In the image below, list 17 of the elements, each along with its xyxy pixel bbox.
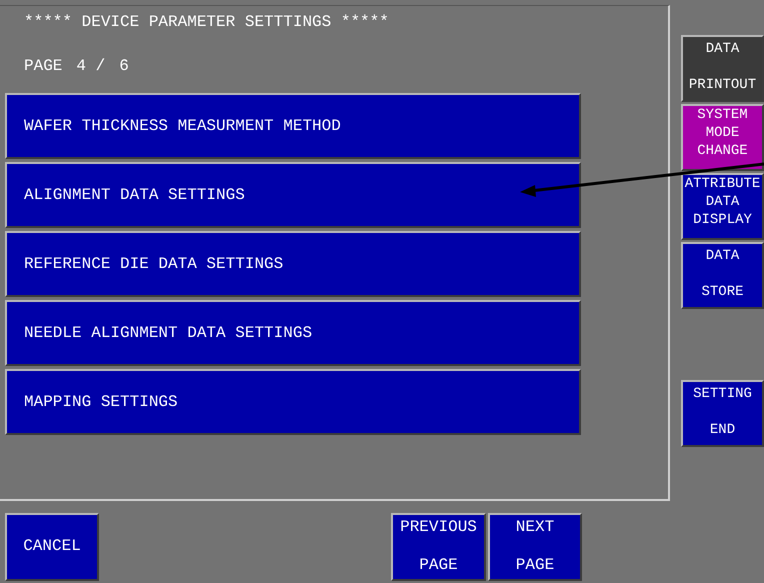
side-button[interactable]: DATA PRINTOUT — [681, 35, 764, 102]
side-button[interactable]: SYSTEM MODE CHANGE — [681, 104, 764, 171]
page-current: 4 / — [76, 57, 106, 75]
side-button[interactable]: SETTING END — [681, 380, 764, 447]
side-button[interactable]: DATA STORE — [681, 242, 764, 309]
menu-button[interactable]: ALIGNMENT DATA SETTINGS — [5, 162, 581, 228]
bottom-button[interactable]: NEXT PAGE — [488, 513, 582, 581]
side-button[interactable]: ATTRIBUTE DATA DISPLAY — [681, 173, 764, 240]
menu-button[interactable]: MAPPING SETTINGS — [5, 369, 581, 435]
bottom-button[interactable]: CANCEL — [5, 513, 99, 581]
page-label: PAGE — [24, 57, 62, 75]
menu-button[interactable]: REFERENCE DIE DATA SETTINGS — [5, 231, 581, 297]
menu-button[interactable]: NEEDLE ALIGNMENT DATA SETTINGS — [5, 300, 581, 366]
page-total: 6 — [119, 57, 129, 75]
bottom-button[interactable]: PREVIOUS PAGE — [391, 513, 486, 581]
screen-title: ***** DEVICE PARAMETER SETTTINGS ***** — [23, 12, 390, 33]
menu-button[interactable]: WAFER THICKNESS MEASURMENT METHOD — [5, 93, 581, 159]
